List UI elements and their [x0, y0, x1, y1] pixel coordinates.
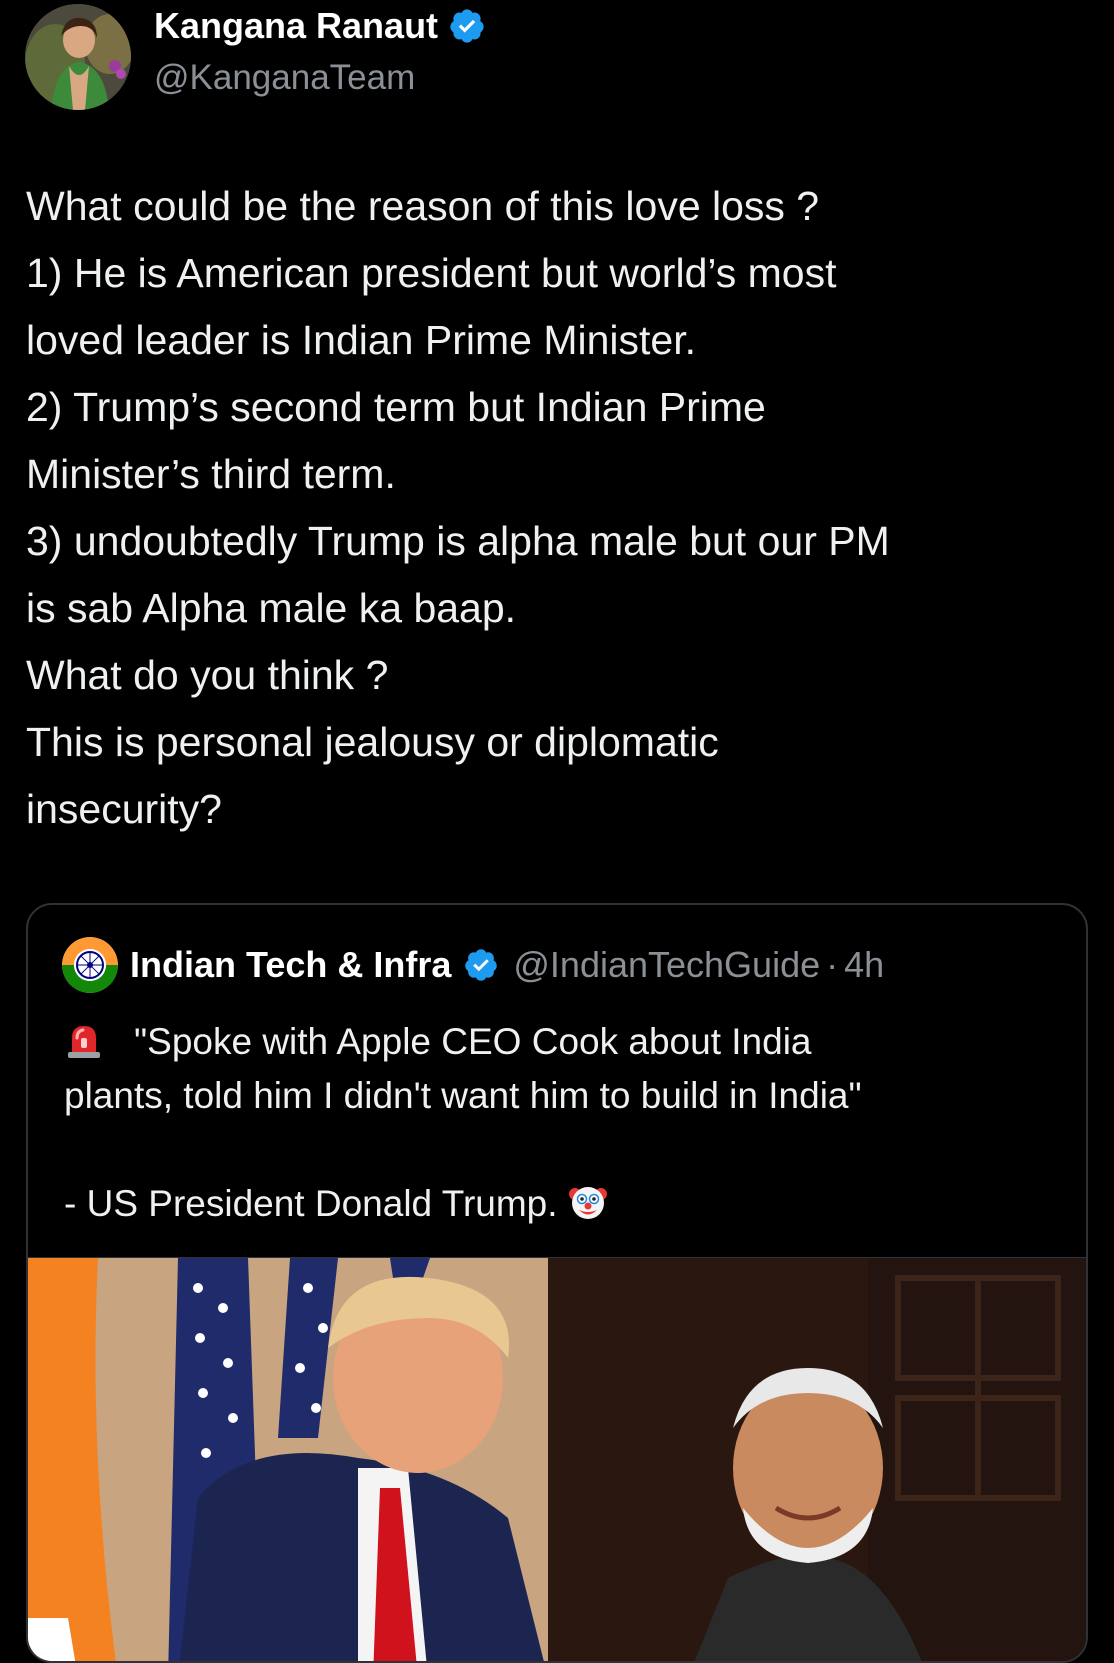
rotating-light-icon [64, 1020, 104, 1060]
quoted-line: plants, told him I didn't want him to bu… [64, 1075, 862, 1116]
tweet-line: What could be the reason of this love lo… [26, 183, 820, 229]
quoted-tweet-image[interactable] [28, 1257, 1086, 1661]
tweet-line: This is personal jealousy or diplomatic [26, 719, 719, 765]
author-name-text[interactable]: Kangana Ranaut [154, 2, 438, 50]
clown-face-icon [568, 1182, 608, 1222]
author-avatar[interactable] [25, 4, 131, 110]
quoted-author-handle[interactable]: @IndianTechGuide [513, 944, 820, 986]
tweet-line: What do you think ? [26, 652, 389, 698]
separator-dot: · [826, 944, 839, 985]
quoted-tweet-header: Indian Tech & Infra @IndianTechGuide · 4… [62, 937, 884, 993]
quoted-author-name[interactable]: Indian Tech & Infra [130, 944, 451, 986]
tweet-line: is sab Alpha male ka baap. [26, 585, 517, 631]
quoted-tweet-timestamp[interactable]: 4h [844, 944, 884, 986]
quoted-line: - US President Donald Trump. [64, 1177, 1064, 1231]
quoted-line-text: - US President Donald Trump. [64, 1183, 558, 1224]
verified-badge-icon [448, 7, 486, 45]
author-name[interactable]: Kangana Ranaut [154, 2, 486, 50]
quoted-tweet-text: "Spoke with Apple CEO Cook about India p… [64, 1015, 1064, 1231]
tweet-line: loved leader is Indian Prime Minister. [26, 317, 696, 363]
tweet-line: 2) Trump’s second term but Indian Prime [26, 384, 766, 430]
tweet-line: 1) He is American president but world’s … [26, 250, 837, 296]
quoted-tweet-card[interactable]: Indian Tech & Infra @IndianTechGuide · 4… [26, 903, 1088, 1663]
verified-badge-icon [463, 947, 499, 983]
tweet-line: insecurity? [26, 786, 222, 832]
quoted-line: "Spoke with Apple CEO Cook about India [64, 1015, 1064, 1069]
tweet-line: Minister’s third term. [26, 451, 396, 497]
author-handle[interactable]: @KanganaTeam [154, 54, 415, 102]
quoted-line-text: "Spoke with Apple CEO Cook about India [134, 1021, 812, 1062]
photo-trump-modi [28, 1258, 1086, 1661]
tweet-line: 3) undoubtedly Trump is alpha male but o… [26, 518, 890, 564]
tweet-text: What could be the reason of this love lo… [26, 173, 1096, 843]
quoted-author-avatar[interactable] [62, 937, 118, 993]
